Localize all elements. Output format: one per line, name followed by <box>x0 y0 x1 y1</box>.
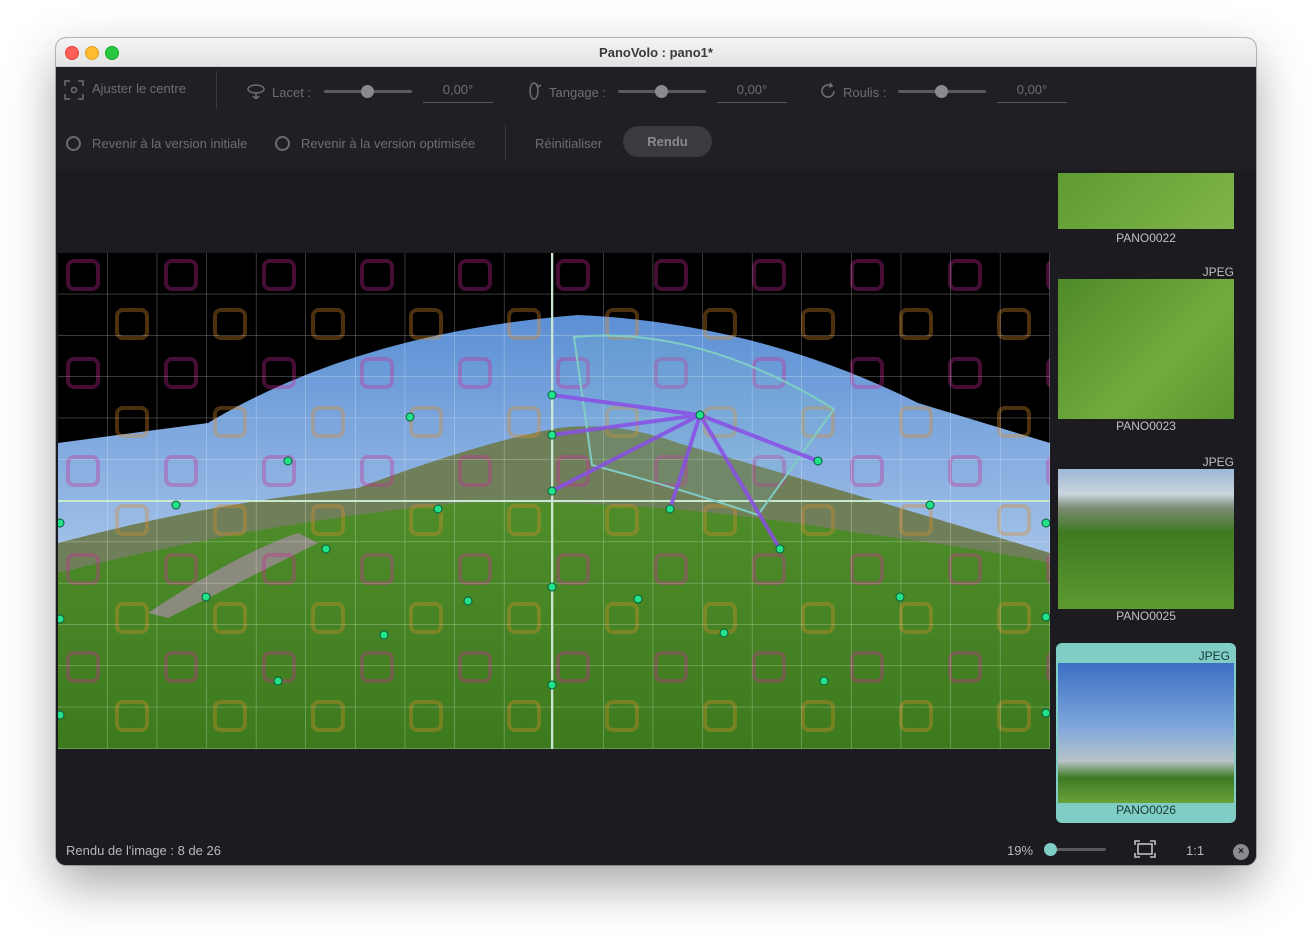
status-bar: Rendu de l'image : 8 de 26 19% 1:1 <box>56 833 1256 865</box>
center-target-icon <box>64 80 84 100</box>
roll-slider[interactable] <box>898 85 986 98</box>
yaw-label: Lacet : <box>272 85 312 100</box>
revert-initial-label: Revenir à la version initiale <box>92 136 248 151</box>
toolbar: Ajuster le centre Lacet : 0,00° Tangage … <box>56 67 1256 170</box>
yaw-slider-knob[interactable] <box>361 85 374 98</box>
yaw-value-field[interactable]: 0,00° <box>423 80 493 103</box>
revert-initial-option[interactable]: Revenir à la version initiale <box>66 133 266 153</box>
revert-initial-radio[interactable] <box>66 136 81 151</box>
zoom-slider[interactable] <box>1044 843 1106 856</box>
revert-optimized-label: Revenir à la version optimisée <box>301 136 476 151</box>
panorama-viewer[interactable] <box>56 171 1056 831</box>
window-title: PanoVolo : pano1* <box>599 45 713 60</box>
thumbnail-name: PANO0026 <box>1116 803 1176 817</box>
adjust-center-button[interactable]: Ajuster le centre <box>64 79 204 101</box>
toolbar-separator <box>216 71 217 109</box>
actual-size-button[interactable]: 1:1 <box>1186 843 1204 858</box>
yaw-slider[interactable] <box>324 85 412 98</box>
pitch-slider[interactable] <box>618 85 706 98</box>
pitch-value-field[interactable]: 0,00° <box>717 80 787 103</box>
thumbnail-image <box>1058 469 1234 609</box>
roll-icon <box>821 82 835 98</box>
yaw-icon <box>247 84 265 99</box>
render-progress-text: Rendu de l'image : 8 de 26 <box>66 843 221 858</box>
thumbnail-name: PANO0025 <box>1116 609 1176 623</box>
revert-optimized-option[interactable]: Revenir à la version optimisée <box>275 133 495 153</box>
thumbnail-sidebar[interactable]: PANO0022 JPEG PANO0023 JPEG PANO0025 JPE… <box>1054 171 1256 831</box>
app-window: PanoVolo : pano1* Ajuster le centre Lace… <box>56 38 1256 865</box>
fit-to-window-icon[interactable] <box>1134 840 1156 858</box>
pitch-slider-knob[interactable] <box>655 85 668 98</box>
panorama-preview[interactable] <box>58 253 1050 749</box>
render-button[interactable]: Rendu <box>623 126 712 157</box>
pitch-label: Tangage : <box>549 85 607 100</box>
thumbnail-image <box>1058 173 1234 229</box>
thumbnail-format: JPEG <box>1202 265 1234 279</box>
zoom-level: 19% <box>1007 843 1034 858</box>
revert-optimized-radio[interactable] <box>275 136 290 151</box>
pitch-icon <box>529 82 542 100</box>
roll-value-field[interactable]: 0,00° <box>997 80 1067 103</box>
thumbnail-pano0022[interactable]: PANO0022 <box>1058 173 1234 249</box>
reset-button[interactable]: Réinitialiser <box>535 136 602 151</box>
toolbar-separator-2 <box>505 125 506 161</box>
thumbnail-name: PANO0023 <box>1116 419 1176 433</box>
roll-label: Roulis : <box>843 85 887 100</box>
thumbnail-image <box>1058 279 1234 419</box>
thumbnail-format: JPEG <box>1198 649 1230 663</box>
thumbnail-image <box>1058 663 1234 803</box>
close-icon[interactable]: × <box>1233 844 1249 860</box>
thumbnail-pano0026[interactable]: JPEG PANO0026 <box>1056 643 1236 823</box>
thumbnail-pano0025[interactable]: JPEG PANO0025 <box>1058 455 1234 625</box>
thumbnail-format: JPEG <box>1202 455 1234 469</box>
thumbnail-pano0023[interactable]: JPEG PANO0023 <box>1058 265 1234 435</box>
roll-slider-knob[interactable] <box>935 85 948 98</box>
zoom-slider-knob[interactable] <box>1044 843 1057 856</box>
title-bar: PanoVolo : pano1* <box>56 38 1256 67</box>
adjust-center-label: Ajuster le centre <box>92 81 186 96</box>
thumbnail-name: PANO0022 <box>1116 231 1176 245</box>
